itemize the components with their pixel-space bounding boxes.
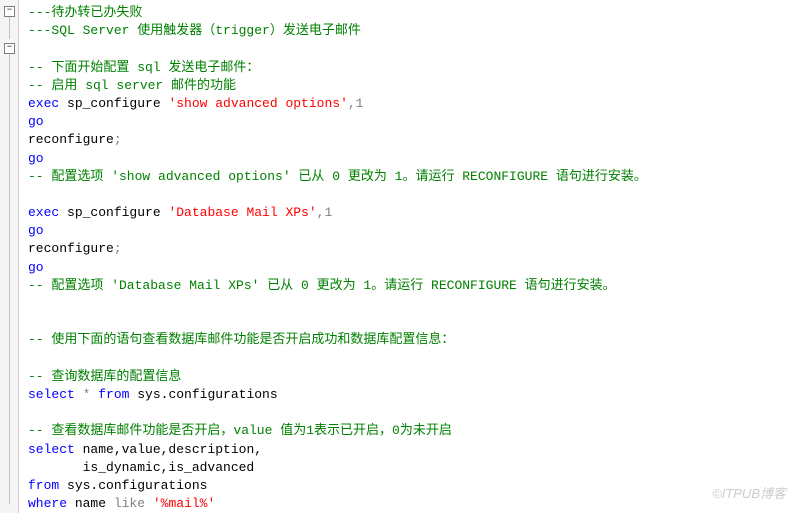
- keyword: exec: [28, 96, 59, 111]
- identifier: name,value,description,: [75, 442, 262, 457]
- fold-toggle-icon[interactable]: −: [4, 43, 15, 54]
- identifier: reconfigure: [28, 241, 114, 256]
- fold-toggle-icon[interactable]: −: [4, 6, 15, 17]
- identifier: sp_configure: [59, 205, 168, 220]
- identifier: reconfigure: [28, 132, 114, 147]
- keyword: select: [28, 387, 75, 402]
- keyword: from: [98, 387, 129, 402]
- identifier: sys.configurations: [129, 387, 277, 402]
- code-block: ---待办转已办失败 ---SQL Server 使用触发器（trigger）发…: [24, 0, 794, 513]
- keyword: go: [28, 114, 44, 129]
- identifier: is_dynamic,is_advanced: [28, 460, 254, 475]
- keyword: go: [28, 260, 44, 275]
- comment: -- 配置选项 'Database Mail XPs' 已从 0 更改为 1。请…: [28, 278, 616, 293]
- identifier: sp_configure: [59, 96, 168, 111]
- keyword: from: [28, 478, 59, 493]
- fold-line: [9, 54, 10, 504]
- comment: ---SQL Server 使用触发器（trigger）发送电子邮件: [28, 23, 361, 38]
- comment: -- 使用下面的语句查看数据库邮件功能是否开启成功和数据库配置信息：: [28, 332, 454, 347]
- comment: -- 配置选项 'show advanced options' 已从 0 更改为…: [28, 169, 647, 184]
- comment: -- 查询数据库的配置信息: [28, 369, 181, 384]
- keyword: select: [28, 442, 75, 457]
- punct: ,1: [317, 205, 333, 220]
- identifier: sys.configurations: [59, 478, 207, 493]
- watermark: ©ITPUB博客: [712, 485, 786, 503]
- punct: ;: [114, 132, 122, 147]
- star: *: [75, 387, 98, 402]
- punct: ,1: [348, 96, 364, 111]
- comment: ---待办转已办失败: [28, 5, 142, 20]
- string: 'show advanced options': [168, 96, 347, 111]
- keyword: go: [28, 223, 44, 238]
- keyword: exec: [28, 205, 59, 220]
- comment: -- 查看数据库邮件功能是否开启，value 值为1表示已开启，0为未开启: [28, 423, 452, 438]
- gutter: − −: [0, 0, 19, 513]
- comment: -- 启用 sql server 邮件的功能: [28, 78, 236, 93]
- string: 'Database Mail XPs': [168, 205, 316, 220]
- code-editor: − − ---待办转已办失败 ---SQL Server 使用触发器（trigg…: [0, 0, 794, 513]
- comment: -- 下面开始配置 sql 发送电子邮件：: [28, 60, 259, 75]
- keyword: go: [28, 151, 44, 166]
- punct: ;: [114, 241, 122, 256]
- fold-line: [9, 17, 10, 39]
